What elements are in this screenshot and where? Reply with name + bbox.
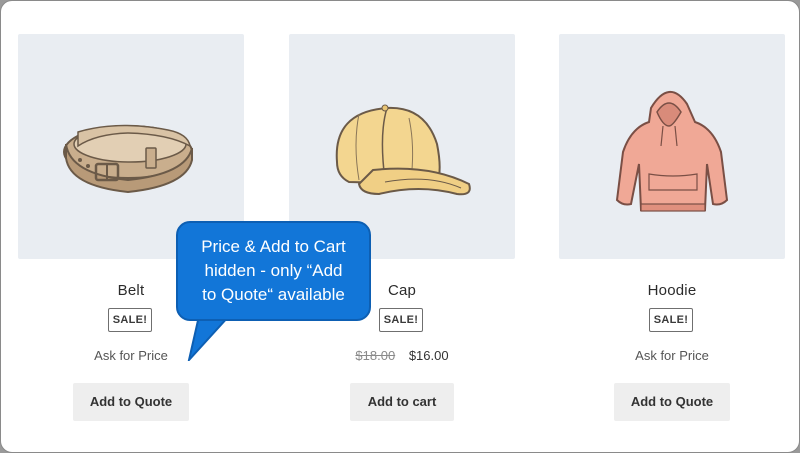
sale-badge: SALE! <box>108 308 152 332</box>
product-grid-frame: Belt SALE! Ask for Price Add to Quote Ca… <box>0 0 800 453</box>
regular-price: $18.00 <box>355 348 396 363</box>
product-image-hoodie[interactable] <box>559 34 785 259</box>
callout-line: to Quote“ available <box>202 285 345 304</box>
ask-for-price-text: Ask for Price <box>94 348 168 363</box>
callout-pointer <box>187 316 231 361</box>
ask-for-price-text: Ask for Price <box>635 348 709 363</box>
add-to-quote-button[interactable]: Add to Quote <box>614 383 730 421</box>
callout-line: Price & Add to Cart <box>201 237 346 256</box>
add-to-cart-button[interactable]: Add to cart <box>350 383 454 421</box>
hoodie-image <box>615 91 729 212</box>
annotation-callout: Price & Add to Cart hidden - only “Add t… <box>176 221 371 321</box>
add-to-quote-button[interactable]: Add to Quote <box>73 383 189 421</box>
product-title[interactable]: Hoodie <box>559 282 785 299</box>
sale-badge: SALE! <box>649 308 693 332</box>
sale-badge: SALE! <box>379 308 423 332</box>
sale-price: $16.00 <box>408 348 449 363</box>
callout-line: hidden - only “Add <box>204 261 343 280</box>
product-price: Ask for Price <box>559 348 785 363</box>
product-price: $18.00 $16.00 <box>289 348 515 363</box>
